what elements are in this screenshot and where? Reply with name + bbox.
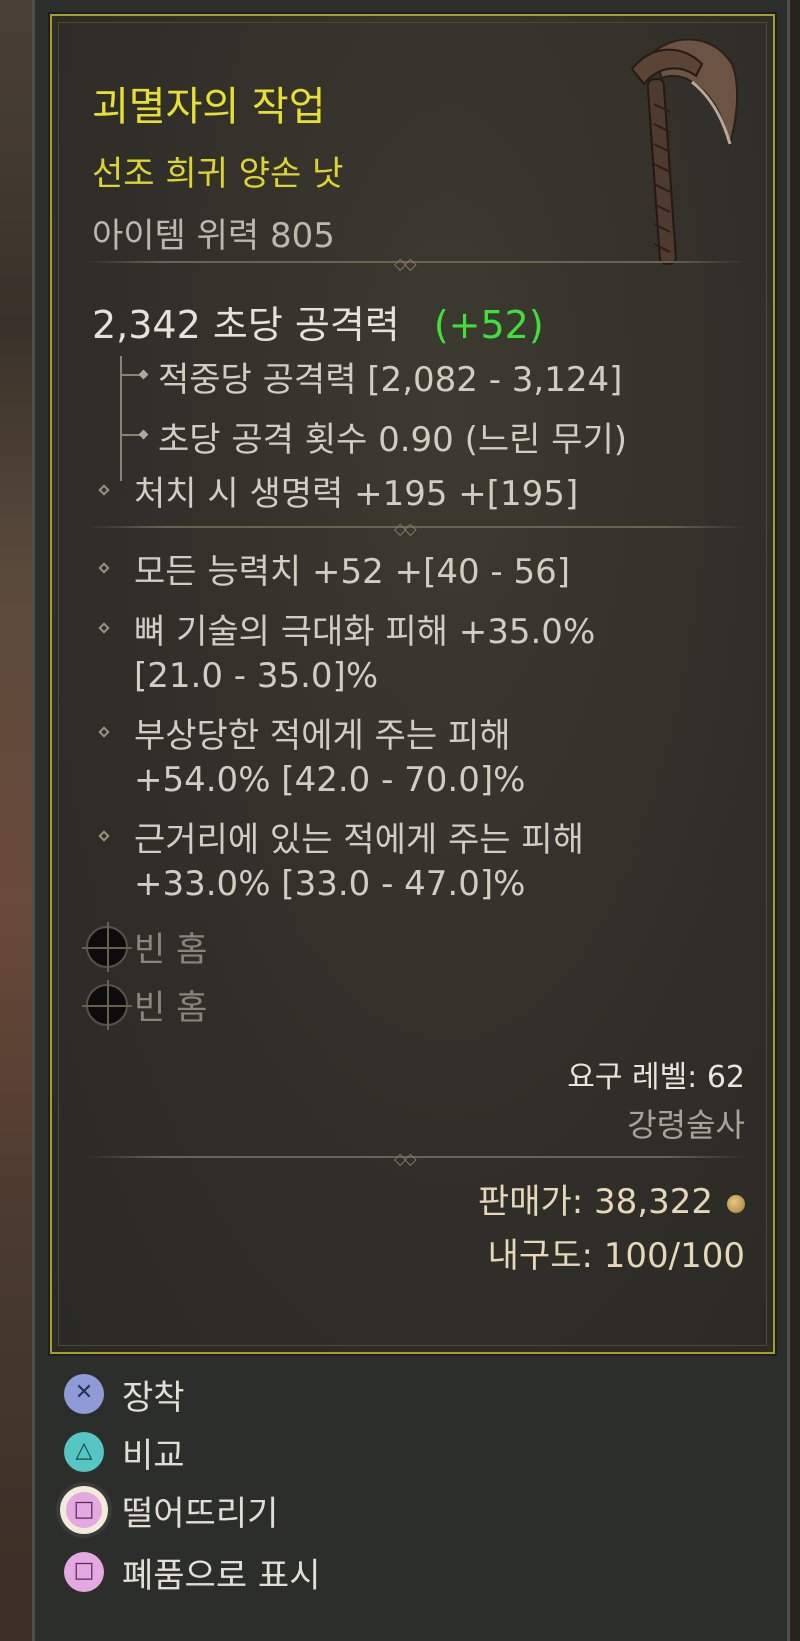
cross-button-icon: ✕ <box>64 1374 104 1414</box>
affix-bullet-icon <box>98 830 110 842</box>
empty-socket-icon <box>82 980 132 1030</box>
item-rarity-type: 선조 희귀 양손 낫 <box>92 154 344 194</box>
item-power: 아이템 위력 805 <box>92 216 335 256</box>
triangle-button-icon: △ <box>64 1432 104 1472</box>
affix-line: 부상당한 적에게 주는 피해 <box>134 716 511 756</box>
attacks-per-second: 초당 공격 횟수 0.90 (느린 무기) <box>158 420 628 460</box>
affix-range: +54.0% [42.0 - 70.0]% <box>134 760 526 800</box>
square-button-icon: □ <box>64 1552 104 1592</box>
implicit-bullet-icon <box>98 484 110 496</box>
affix-bullet-icon <box>98 562 110 574</box>
dps-line: 2,342 초당 공격력 (+52) <box>92 294 544 349</box>
sell-value-line: 판매가: 38,322 <box>478 1174 745 1223</box>
affix-range: +33.0% [33.0 - 47.0]% <box>134 864 526 904</box>
affix-bullet-icon <box>98 622 110 634</box>
stat-tree-node <box>138 369 149 380</box>
affix-bullet-icon <box>98 726 110 738</box>
stat-tree-node <box>138 429 149 440</box>
socket-label: 빈 홈 <box>134 930 208 970</box>
affix-range: [21.0 - 35.0]% <box>134 656 379 696</box>
item-name: 괴멸자의 작업 <box>92 84 326 130</box>
scythe-icon <box>630 38 739 265</box>
durability: 내구도: 100/100 <box>487 1236 745 1276</box>
square-hold-button-icon: □ <box>60 1486 108 1534</box>
implicit-affix: 처치 시 생명력 +195 +[195] <box>134 474 579 514</box>
item-tooltip: 괴멸자의 작업 선조 희귀 양손 낫 아이템 위력 805 ◇◇ 2,342 초… <box>48 12 777 1356</box>
affix-line: 뼈 기술의 극대화 피해 +35.0% <box>134 612 596 652</box>
action-prompts: ✕ 장착 △ 비교 □ 떨어뜨리기 □ 폐품으로 표시 <box>50 1364 775 1634</box>
action-label: 폐품으로 표시 <box>122 1556 321 1596</box>
damage-per-hit: 적중당 공격력 [2,082 - 3,124] <box>158 360 623 400</box>
divider: ◇◇ <box>86 519 746 538</box>
socket-label: 빈 홈 <box>134 988 208 1028</box>
empty-socket-icon <box>82 922 132 972</box>
action-label: 장착 <box>122 1378 185 1418</box>
dps-delta: (+52) <box>433 303 544 347</box>
gold-coin-icon <box>727 1194 745 1213</box>
sell-value: 판매가: 38,322 <box>477 1182 713 1222</box>
dps-value: 2,342 초당 공격력 <box>92 303 400 347</box>
action-label: 떨어뜨리기 <box>122 1494 279 1534</box>
action-label: 비교 <box>122 1436 185 1476</box>
divider: ◇◇ <box>86 254 746 273</box>
class-requirement: 강령술사 <box>627 1106 745 1144</box>
affix-line: 근거리에 있는 적에게 주는 피해 <box>134 820 584 860</box>
affix-line: 모든 능력치 +52 +[40 - 56] <box>134 552 571 592</box>
divider: ◇◇ <box>86 1149 746 1168</box>
required-level: 요구 레벨: 62 <box>567 1060 745 1095</box>
